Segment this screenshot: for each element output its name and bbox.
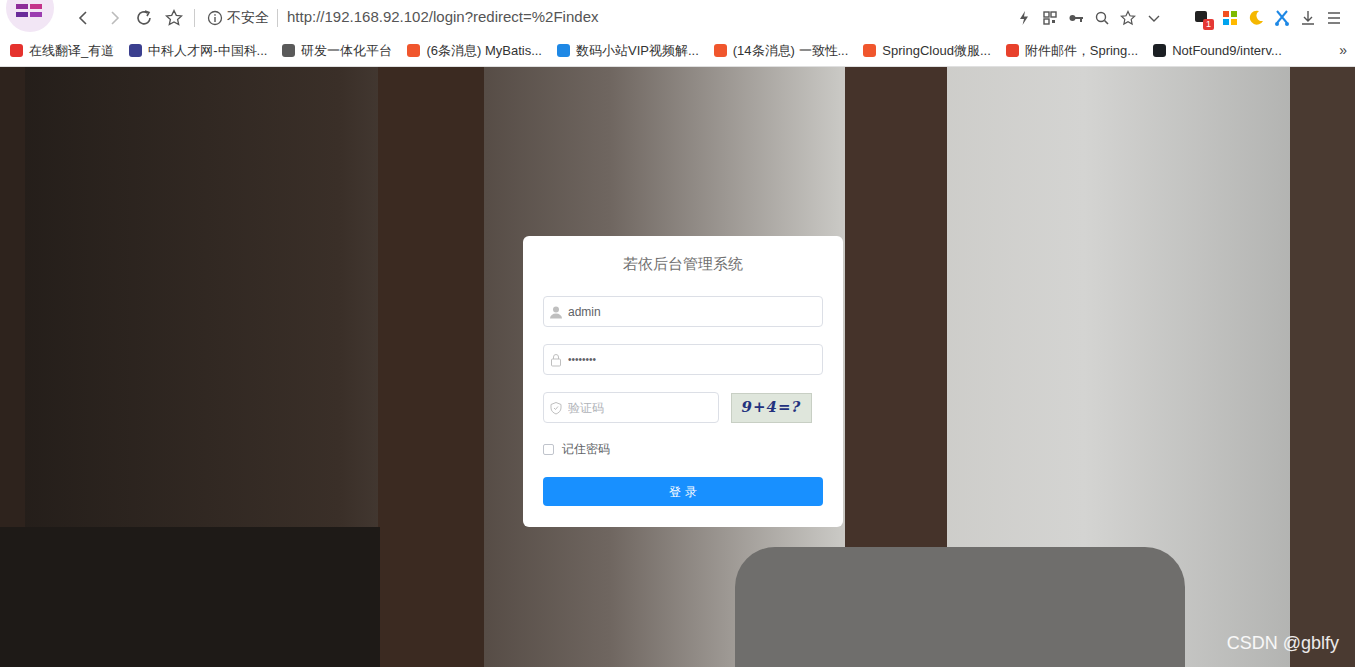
security-label[interactable]: 不安全 xyxy=(227,7,269,28)
favorite-icon[interactable] xyxy=(164,8,184,28)
bookmark-label[interactable]: SpringCloud微服... xyxy=(882,41,990,61)
bookmark-label[interactable]: 数码小站VIP视频解... xyxy=(576,41,699,61)
captcha-field[interactable] xyxy=(543,392,719,423)
moon-icon[interactable] xyxy=(1247,9,1265,27)
shield-icon xyxy=(549,401,563,415)
key-icon[interactable] xyxy=(1067,9,1085,27)
remember-label[interactable]: 记住密码 xyxy=(562,440,610,458)
bookmark-favicon-icon xyxy=(129,44,142,57)
address-bar[interactable]: http://192.168.92.102/login?redirect=%2F… xyxy=(287,6,598,29)
bookmark-item[interactable]: 中科人才网-中国科... xyxy=(129,41,267,61)
bookmark-item[interactable]: SpringCloud微服... xyxy=(863,41,990,61)
scissors-icon[interactable] xyxy=(1273,9,1291,27)
bookmark-label[interactable]: 研发一体化平台 xyxy=(301,41,392,61)
remember-checkbox[interactable] xyxy=(543,444,554,455)
watermark: CSDN @gblfy xyxy=(1227,630,1339,657)
bookmark-item[interactable]: 研发一体化平台 xyxy=(282,41,392,61)
captcha-input[interactable] xyxy=(568,399,718,417)
bookmark-star-icon[interactable] xyxy=(1119,9,1137,27)
bookmark-favicon-icon xyxy=(1006,44,1019,57)
security-info-icon[interactable] xyxy=(207,10,223,26)
reload-icon[interactable] xyxy=(134,8,154,28)
bookmark-item[interactable]: 在线翻译_有道 xyxy=(10,41,114,61)
browser-toolbar: 不安全 http://192.168.92.102/login?redirect… xyxy=(0,0,1355,35)
bookmark-label[interactable]: 在线翻译_有道 xyxy=(29,41,114,61)
download-icon[interactable] xyxy=(1299,9,1317,27)
browser-logo-icon[interactable] xyxy=(4,0,56,35)
forward-icon[interactable] xyxy=(104,8,124,28)
bookmark-item[interactable]: 附件邮件，Spring... xyxy=(1006,41,1138,61)
bookmark-label[interactable]: (6条消息) MyBatis... xyxy=(426,41,542,61)
extension-badge: 1 xyxy=(1203,19,1214,30)
bookmark-label[interactable]: (14条消息) 一致性... xyxy=(733,41,849,61)
bookmark-item[interactable]: 数码小站VIP视频解... xyxy=(557,41,699,61)
username-field[interactable] xyxy=(543,296,823,327)
menu-icon[interactable] xyxy=(1325,9,1343,27)
back-icon[interactable] xyxy=(74,8,94,28)
dropdown-icon[interactable] xyxy=(1145,9,1163,27)
username-input[interactable] xyxy=(568,303,822,321)
password-field[interactable] xyxy=(543,344,823,375)
login-title: 若依后台管理系统 xyxy=(543,254,823,274)
bookmark-favicon-icon xyxy=(863,44,876,57)
remember-row[interactable]: 记住密码 xyxy=(543,441,823,457)
bookmark-label[interactable]: 中科人才网-中国科... xyxy=(148,41,267,61)
bookmark-favicon-icon xyxy=(407,44,420,57)
apps-icon[interactable] xyxy=(1221,9,1239,27)
lightning-icon[interactable] xyxy=(1015,9,1033,27)
login-page: 若依后台管理系统 9+4=? 记住密码 xyxy=(0,67,1355,667)
bookmark-favicon-icon xyxy=(282,44,295,57)
bookmark-favicon-icon xyxy=(10,44,23,57)
bookmark-favicon-icon xyxy=(1153,44,1166,57)
bookmark-favicon-icon xyxy=(714,44,727,57)
bookmarks-more[interactable]: » xyxy=(1339,40,1347,61)
bookmark-item[interactable]: (6条消息) MyBatis... xyxy=(407,41,542,61)
user-icon xyxy=(549,305,563,319)
login-button[interactable]: 登 录 xyxy=(543,477,823,506)
bookmark-label[interactable]: NotFound9/interv... xyxy=(1172,41,1282,61)
qrcode-icon[interactable] xyxy=(1041,9,1059,27)
bookmark-item[interactable]: NotFound9/interv... xyxy=(1153,41,1282,61)
login-card: 若依后台管理系统 9+4=? 记住密码 xyxy=(523,236,843,527)
extension-icon[interactable]: 1 xyxy=(1193,8,1213,28)
zoom-icon[interactable] xyxy=(1093,9,1111,27)
lock-icon xyxy=(549,353,563,367)
bookmark-item[interactable]: (14条消息) 一致性... xyxy=(714,41,849,61)
bookmark-label[interactable]: 附件邮件，Spring... xyxy=(1025,41,1138,61)
password-input[interactable] xyxy=(568,352,822,367)
captcha-image[interactable]: 9+4=? xyxy=(731,393,812,423)
bookmarks-bar: 在线翻译_有道 中科人才网-中国科... 研发一体化平台 (6条消息) MyBatis… xyxy=(0,35,1355,67)
bookmark-favicon-icon xyxy=(557,44,570,57)
